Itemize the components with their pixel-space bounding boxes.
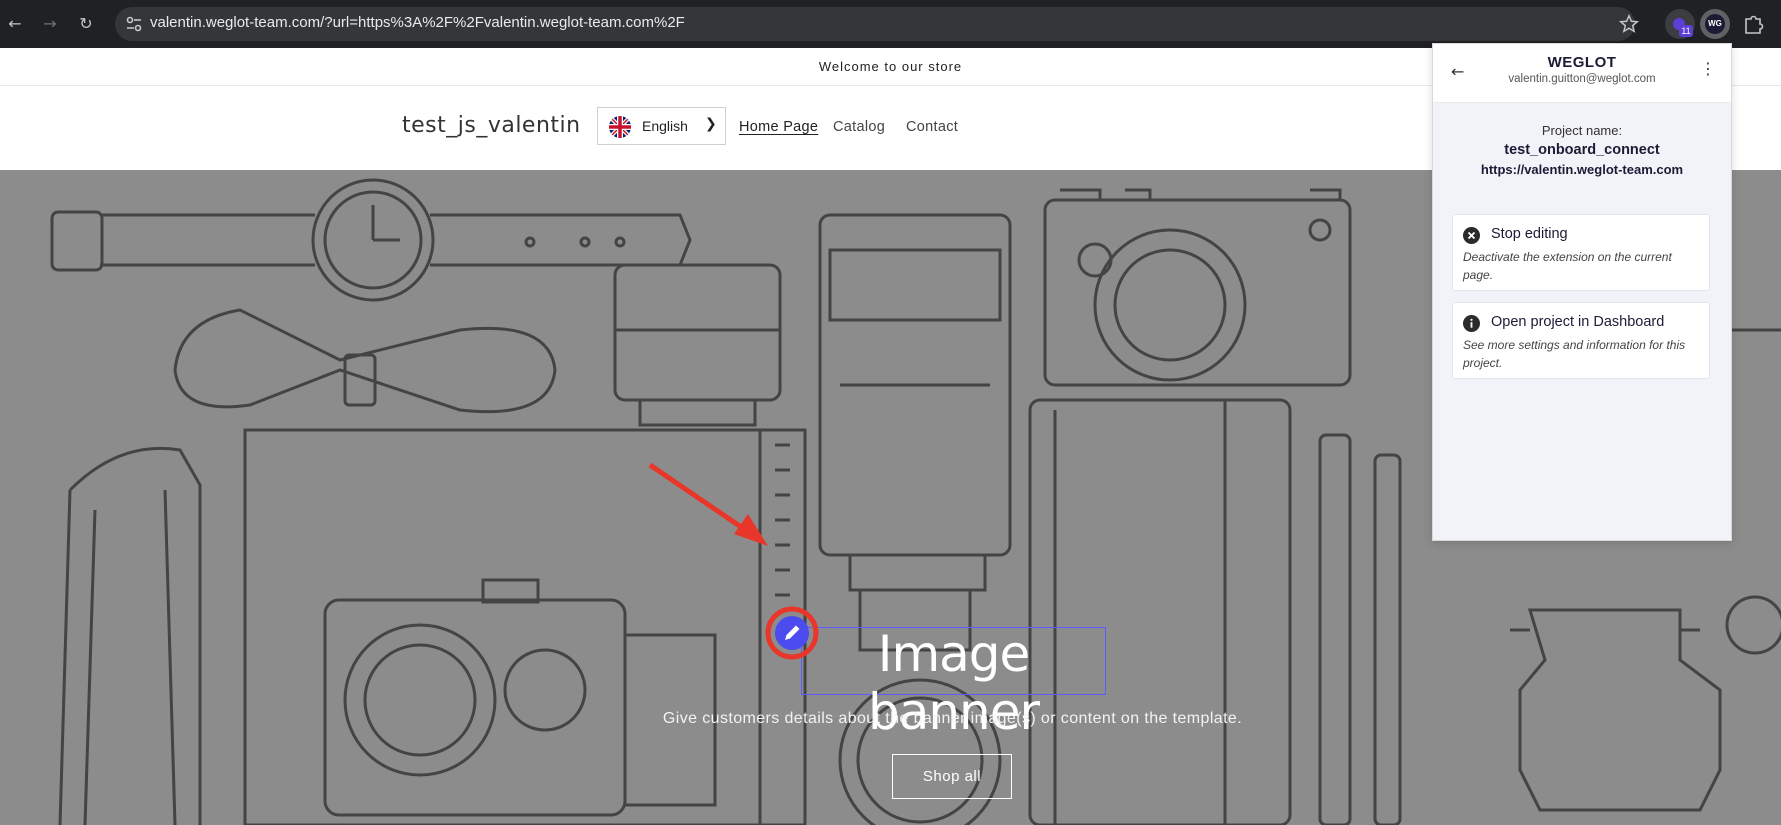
close-circle-icon	[1463, 227, 1480, 244]
menu-contact[interactable]: Contact	[906, 119, 958, 135]
language-switcher[interactable]: English ❯	[597, 107, 726, 145]
open-dashboard-description: See more settings and information for th…	[1463, 338, 1686, 370]
uk-flag-icon	[609, 116, 631, 138]
shop-all-button[interactable]: Shop all	[892, 754, 1012, 799]
stop-editing-description: Deactivate the extension on the current …	[1463, 250, 1672, 282]
extension-badge-icon[interactable]: 11	[1665, 9, 1695, 39]
account-email: valentin.guitton@weglot.com	[1508, 73, 1656, 85]
info-icon	[1463, 315, 1480, 332]
pencil-icon[interactable]	[765, 606, 819, 660]
project-name-label: Project name:	[1541, 123, 1623, 138]
reload-icon[interactable]: ↻	[74, 12, 98, 36]
weglot-extension-icon[interactable]: WG	[1700, 9, 1730, 39]
back-icon[interactable]: ←	[3, 12, 27, 36]
weglot-logo: WEGLOT	[1547, 54, 1617, 71]
weglot-extension-label: WG	[1705, 14, 1725, 34]
project-url: https://valentin.weglot-team.com	[1480, 162, 1684, 177]
banner-subtitle: Give customers details about the banner …	[662, 710, 1243, 727]
open-dashboard-title: Open project in Dashboard	[1491, 314, 1665, 330]
menu-catalog[interactable]: Catalog	[833, 119, 885, 135]
more-vertical-icon[interactable]: ⋮	[1700, 59, 1716, 78]
extension-badge-count: 11	[1679, 25, 1693, 37]
weglot-popup-header: ← WEGLOT valentin.guitton@weglot.com ⋮	[1433, 44, 1731, 103]
star-icon[interactable]	[1618, 13, 1640, 35]
language-label: English	[642, 118, 688, 134]
weglot-popup: ← WEGLOT valentin.guitton@weglot.com ⋮ P…	[1432, 43, 1732, 541]
menu-home-page[interactable]: Home Page	[739, 119, 818, 135]
store-name[interactable]: test_js_valentin	[402, 113, 581, 138]
tune-icon[interactable]	[124, 14, 144, 34]
browser-toolbar: ← → ↻ valentin.weglot-team.com/?url=http…	[0, 0, 1781, 48]
project-name: test_onboard_connect	[1504, 142, 1660, 158]
weglot-popup-body: Project name: test_onboard_connect https…	[1433, 103, 1731, 540]
stop-editing-card[interactable]: Stop editing Deactivate the extension on…	[1452, 214, 1710, 291]
url-text[interactable]: valentin.weglot-team.com/?url=https%3A%2…	[150, 14, 685, 31]
open-dashboard-card[interactable]: Open project in Dashboard See more setti…	[1452, 302, 1710, 379]
chevron-right-icon: ❯	[705, 116, 717, 132]
forward-icon[interactable]: →	[38, 12, 62, 36]
puzzle-icon[interactable]	[1738, 9, 1768, 39]
stop-editing-title: Stop editing	[1491, 226, 1568, 242]
